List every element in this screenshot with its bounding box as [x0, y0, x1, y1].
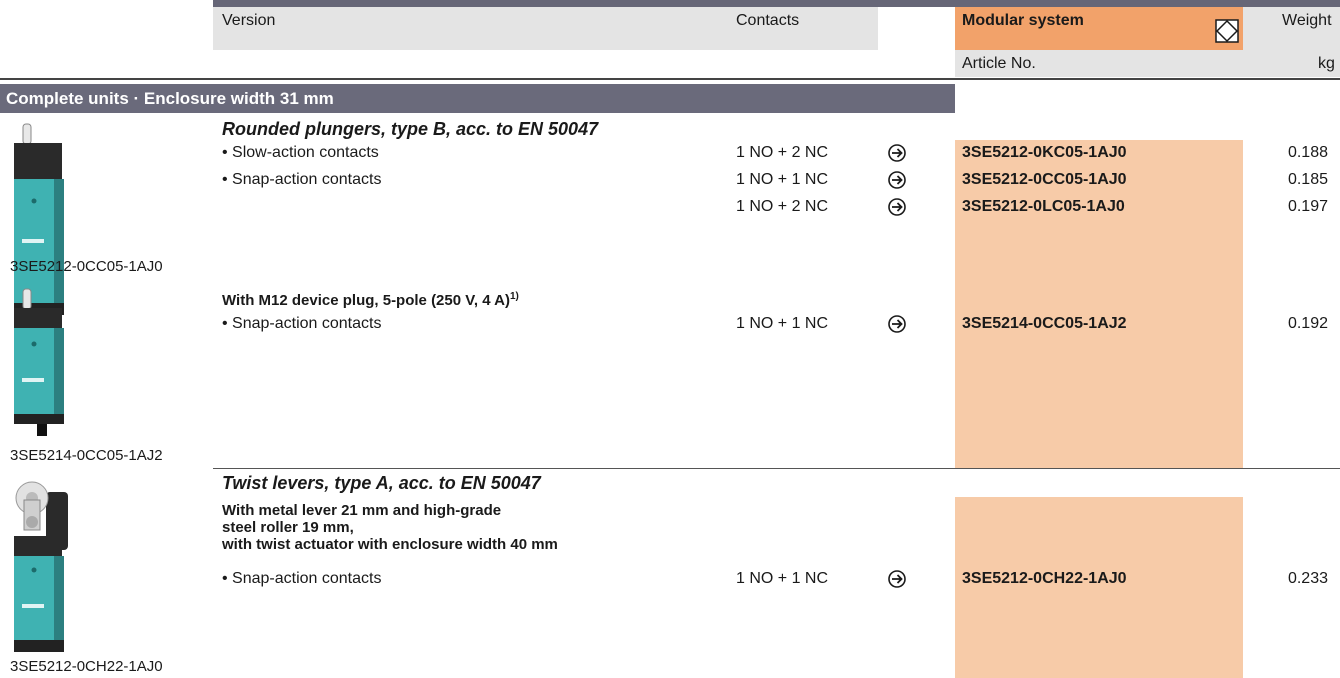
- row-contacts: 1 NO + 1 NC: [736, 171, 829, 188]
- row-label: • Slow-action contacts: [222, 144, 379, 161]
- diamond-in-box-icon: [1215, 19, 1239, 43]
- header-modular-system: Modular system: [962, 12, 1084, 29]
- product-caption-1: 3SE5212-0CC05-1AJ0: [10, 258, 163, 275]
- section-subtitle-line: steel roller 19 mm,: [222, 519, 354, 536]
- section-subtitle-line: With metal lever 21 mm and high-grade: [222, 502, 502, 519]
- product-caption-3: 3SE5212-0CH22-1AJ0: [10, 658, 163, 675]
- row-contacts: 1 NO + 2 NC: [736, 144, 829, 161]
- article-number[interactable]: 3SE5212-0KC05-1AJ0: [962, 144, 1127, 162]
- section-title-twist-levers: Twist levers, type A, acc. to EN 50047: [222, 473, 541, 493]
- section-divider: [213, 468, 1340, 469]
- weight-value: 0.197: [1287, 198, 1328, 215]
- circled-arrow-right-icon: [887, 197, 907, 217]
- header-version: Version: [222, 12, 276, 29]
- header-article-no: Article No.: [962, 55, 1036, 72]
- category-banner: Complete units · Enclosure width 31 mm: [0, 84, 955, 113]
- circled-arrow-right-icon: [887, 314, 907, 334]
- row-label: • Snap-action contacts: [222, 171, 382, 188]
- section-subtitle-line: with twist actuator with enclosure width…: [222, 536, 558, 553]
- header-weight: Weight: [1282, 12, 1332, 29]
- product-caption-2: 3SE5214-0CC05-1AJ2: [10, 447, 163, 464]
- article-number[interactable]: 3SE5212-0CC05-1AJ0: [962, 171, 1127, 189]
- top-bar: [213, 0, 1340, 7]
- article-number[interactable]: 3SE5212-0CH22-1AJ0: [962, 570, 1127, 588]
- row-label: • Snap-action contacts: [222, 315, 382, 332]
- row-label: • Snap-action contacts: [222, 570, 382, 587]
- weight-value: 0.185: [1287, 171, 1328, 188]
- weight-value: 0.192: [1287, 315, 1328, 332]
- circled-arrow-right-icon: [887, 170, 907, 190]
- article-column-section-1: [955, 140, 1243, 468]
- product-image-twist-lever: [10, 476, 80, 656]
- section-subtitle-m12-plug: With M12 device plug, 5-pole (250 V, 4 A…: [222, 288, 519, 309]
- row-contacts: 1 NO + 1 NC: [736, 315, 829, 332]
- subtitle-text: With M12 device plug, 5-pole (250 V, 4 A…: [222, 292, 510, 309]
- footnote-marker: 1): [510, 291, 519, 302]
- header-unit: kg: [1318, 55, 1335, 72]
- circled-arrow-right-icon: [887, 569, 907, 589]
- article-number[interactable]: 3SE5214-0CC05-1AJ2: [962, 315, 1127, 333]
- weight-value: 0.188: [1287, 144, 1328, 161]
- article-number[interactable]: 3SE5212-0LC05-1AJ0: [962, 198, 1125, 216]
- weight-value: 0.233: [1287, 570, 1328, 587]
- circled-arrow-right-icon: [887, 143, 907, 163]
- product-image-m12-plug: [10, 288, 80, 438]
- row-contacts: 1 NO + 1 NC: [736, 570, 829, 587]
- section-title-rounded-plungers: Rounded plungers, type B, acc. to EN 500…: [222, 119, 599, 139]
- row-contacts: 1 NO + 2 NC: [736, 198, 829, 215]
- header-rule: [0, 78, 1340, 80]
- header-contacts: Contacts: [736, 12, 800, 29]
